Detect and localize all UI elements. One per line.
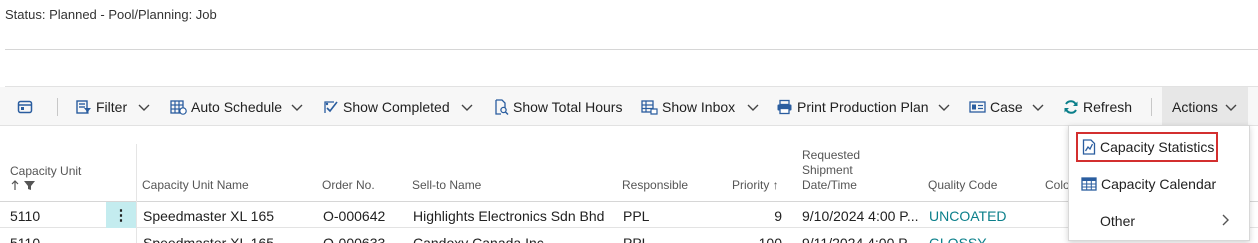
- header-line: Date/Time: [802, 178, 857, 192]
- chevron-down-icon: [746, 100, 760, 114]
- printer-icon: [776, 99, 793, 115]
- cell-capacity-unit: 5110: [10, 235, 41, 243]
- auto-schedule-dropdown-button[interactable]: [290, 87, 304, 126]
- filter-icon: [76, 99, 92, 115]
- show-completed-label: Show Completed: [343, 98, 450, 115]
- more-vertical-icon: ⋮: [113, 207, 129, 224]
- column-header-capacity-unit-name[interactable]: Capacity Unit Name: [142, 178, 249, 192]
- calendar-grid-icon: [1081, 176, 1097, 192]
- pane-toggle-icon: [17, 99, 33, 115]
- cell-sell-to-name: Candoxy Canada Inc.: [413, 235, 548, 243]
- case-label: Case: [990, 98, 1023, 115]
- print-dropdown-button[interactable]: [937, 87, 951, 126]
- header-line: Requested: [802, 148, 861, 162]
- cell-responsible: PPL: [623, 235, 650, 243]
- show-inbox-button[interactable]: Show Inbox: [641, 87, 735, 126]
- show-total-hours-button[interactable]: Show Total Hours: [493, 87, 622, 126]
- menu-item-label: Other: [1100, 213, 1136, 229]
- auto-schedule-label: Auto Schedule: [191, 98, 283, 115]
- toolbar-separator: [1151, 98, 1152, 116]
- row-actions-button[interactable]: ⋮: [106, 202, 136, 228]
- cell-order-no: O-000642: [323, 208, 386, 224]
- chevron-down-icon: [290, 100, 304, 114]
- show-completed-dropdown-button[interactable]: [460, 87, 474, 126]
- schedule-grid-icon: [170, 99, 187, 115]
- cell-capacity-unit: 5110: [10, 208, 41, 224]
- cell-quality-code-link[interactable]: UNCOATED: [929, 208, 1039, 224]
- show-completed-button[interactable]: Show Completed: [322, 87, 450, 126]
- column-header-requested-shipment[interactable]: Requested Shipment Date/Time: [802, 148, 860, 192]
- column-header-quality-code[interactable]: Quality Code: [928, 178, 997, 192]
- cell-quality-code-link[interactable]: GLOSSY: [929, 235, 1039, 243]
- refresh-button[interactable]: Refresh: [1063, 87, 1132, 126]
- cell-priority: 9: [774, 208, 782, 224]
- refresh-label: Refresh: [1083, 98, 1133, 115]
- filter-dropdown-button[interactable]: [137, 87, 151, 126]
- chevron-down-icon: [137, 100, 151, 114]
- status-line: Status: Planned - Pool/Planning: Job: [5, 7, 217, 22]
- chevron-right-icon: [1219, 213, 1231, 230]
- column-header-sell-to-name[interactable]: Sell-to Name: [412, 178, 481, 192]
- chevron-down-icon: [937, 100, 951, 114]
- menu-item-other[interactable]: Other: [1069, 206, 1249, 236]
- cell-order-no: O-000633: [323, 235, 386, 243]
- cell-capacity-unit-name: Speedmaster XL 165: [143, 208, 275, 224]
- chart-document-icon: [1082, 139, 1096, 155]
- refresh-icon: [1063, 99, 1079, 115]
- menu-item-label: Capacity Calendar: [1101, 176, 1217, 192]
- filter-label: Filter: [96, 98, 128, 115]
- show-inbox-label: Show Inbox: [662, 98, 736, 115]
- cell-requested-shipment: 9/10/2024 4:00 P...: [802, 208, 919, 224]
- cell-requested-shipment: 9/11/2024 4:00 P...: [802, 235, 918, 243]
- actions-dropdown-menu: Capacity Statistics Capacity Calendar Ot…: [1068, 125, 1250, 241]
- chevron-down-icon: [460, 100, 474, 114]
- completed-check-icon: [322, 99, 339, 115]
- toolbar-separator: [57, 98, 58, 116]
- print-production-plan-button[interactable]: Print Production Plan: [776, 87, 929, 126]
- case-dropdown-button[interactable]: [1031, 87, 1045, 126]
- action-toolbar: Filter Auto Schedule Show Completed Show…: [0, 87, 1258, 126]
- show-inbox-dropdown-button[interactable]: [746, 87, 760, 126]
- sort-ascending-icon: ↑: [769, 178, 779, 192]
- header-line: Shipment: [802, 163, 853, 177]
- filter-button[interactable]: Filter: [76, 87, 127, 126]
- case-button[interactable]: Case: [969, 87, 1023, 126]
- cell-responsible: PPL: [623, 208, 650, 224]
- inbox-grid-icon: [641, 99, 658, 115]
- column-header-priority[interactable]: Priority ↑: [732, 178, 779, 192]
- actions-menu-button[interactable]: Actions: [1162, 87, 1248, 126]
- menu-item-label: Capacity Statistics: [1100, 139, 1215, 155]
- auto-schedule-button[interactable]: Auto Schedule: [170, 87, 282, 126]
- chevron-down-icon: [1224, 100, 1238, 114]
- print-production-plan-label: Print Production Plan: [797, 98, 929, 115]
- column-header-order-no[interactable]: Order No.: [322, 178, 375, 192]
- show-total-hours-label: Show Total Hours: [513, 98, 623, 115]
- divider: [5, 49, 1258, 50]
- actions-label: Actions: [1172, 98, 1218, 115]
- priority-header-label: Priority: [732, 178, 770, 192]
- menu-item-capacity-statistics[interactable]: Capacity Statistics: [1076, 132, 1218, 162]
- menu-item-capacity-calendar[interactable]: Capacity Calendar: [1069, 169, 1249, 199]
- id-card-icon: [969, 99, 986, 115]
- document-search-icon: [493, 98, 509, 115]
- chevron-down-icon: [1031, 100, 1045, 114]
- cell-capacity-unit-name: Speedmaster XL 165: [143, 235, 275, 243]
- column-header-responsible[interactable]: Responsible: [622, 178, 688, 192]
- cell-sell-to-name: Highlights Electronics Sdn Bhd: [413, 208, 605, 224]
- cell-priority: 100: [758, 235, 782, 243]
- pane-toggle-button[interactable]: [17, 87, 33, 126]
- column-header-capacity-unit[interactable]: Capacity Unit: [10, 164, 81, 178]
- sort-filter-indicator: [11, 179, 41, 194]
- column-header-color[interactable]: Colo: [1045, 178, 1070, 192]
